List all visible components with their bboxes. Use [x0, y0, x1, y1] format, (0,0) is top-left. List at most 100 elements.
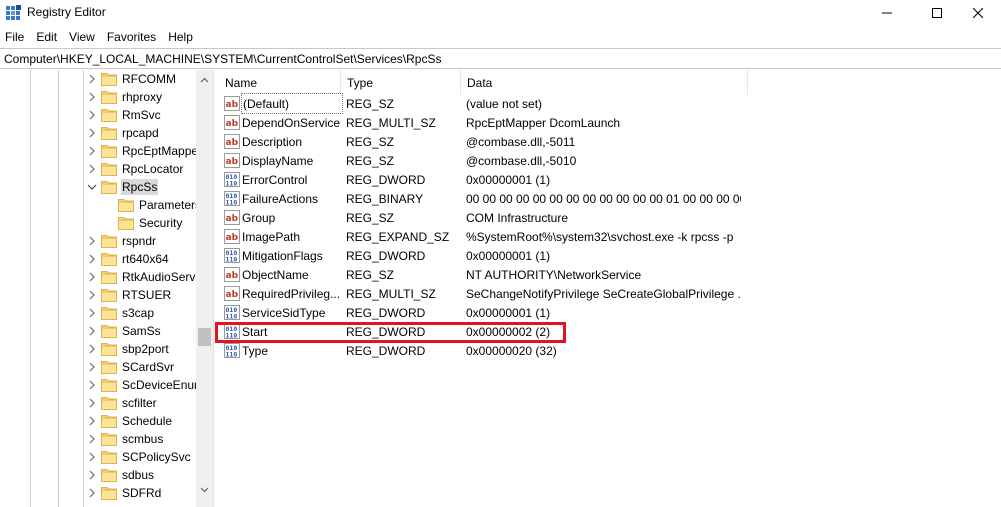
column-name-header[interactable]: Name: [219, 70, 341, 95]
chevron-right-icon[interactable]: [87, 272, 97, 282]
chevron-right-icon[interactable]: [87, 146, 97, 156]
folder-icon: [101, 342, 117, 356]
address-bar[interactable]: Computer\HKEY_LOCAL_MACHINE\SYSTEM\Curre…: [0, 48, 1001, 69]
value-row[interactable]: 010 110 Type REG_DWORD 0x00000020 (32): [219, 341, 1001, 360]
column-data-header[interactable]: Data: [461, 70, 748, 95]
value-row[interactable]: ab RequiredPrivileg... REG_MULTI_SZ SeChang…: [219, 284, 1001, 303]
chevron-right-icon[interactable]: [87, 452, 97, 462]
chevron-right-icon[interactable]: [87, 128, 97, 138]
tree-item[interactable]: scfilter: [89, 394, 158, 412]
string-value-icon: ab: [224, 286, 240, 301]
tree-item[interactable]: RFCOMM: [89, 70, 177, 88]
menu-favorites[interactable]: Favorites: [101, 27, 162, 47]
chevron-right-icon[interactable]: [87, 92, 97, 102]
value-type: REG_SZ: [346, 135, 395, 149]
string-value-icon: ab: [224, 210, 240, 225]
tree-item[interactable]: rhproxy: [89, 88, 163, 106]
chevron-right-icon[interactable]: [87, 362, 97, 372]
menu-help[interactable]: Help: [162, 27, 199, 47]
tree-item[interactable]: RpcSs: [87, 178, 159, 196]
close-icon: [973, 8, 983, 18]
chevron-right-icon[interactable]: [87, 398, 97, 408]
svg-text:110: 110: [226, 199, 238, 207]
close-button[interactable]: [955, 0, 1001, 26]
tree-item[interactable]: rt640x64: [89, 250, 170, 268]
tree-scrollbar[interactable]: [196, 70, 213, 507]
tree-item[interactable]: RpcEptMapper: [89, 142, 203, 160]
window-title: Registry Editor: [27, 5, 106, 19]
scroll-down-icon[interactable]: [200, 483, 209, 493]
tree-scrollbar-thumb[interactable]: [198, 328, 211, 346]
chevron-right-icon[interactable]: [87, 344, 97, 354]
binary-value-icon: 010 110: [224, 248, 240, 263]
maximize-button[interactable]: [914, 0, 960, 26]
value-row[interactable]: 010 110 FailureActions REG_BINARY 00 00 00 0…: [219, 189, 1001, 208]
folder-icon: [101, 378, 117, 392]
chevron-right-icon[interactable]: [87, 164, 97, 174]
tree-item[interactable]: sdbus: [89, 466, 155, 484]
chevron-right-icon[interactable]: [87, 434, 97, 444]
key-tree[interactable]: RFCOMM rhproxy RmSvc rpcapd RpcEptMapper RpcL…: [0, 70, 213, 507]
chevron-right-icon[interactable]: [87, 308, 97, 318]
chevron-right-icon[interactable]: [87, 326, 97, 336]
chevron-right-icon[interactable]: [87, 236, 97, 246]
scroll-up-icon[interactable]: [200, 74, 209, 83]
value-row[interactable]: ab Description REG_SZ @combase.dll,-5011: [219, 132, 1001, 151]
value-name: ObjectName: [242, 268, 309, 282]
value-row[interactable]: ab ImagePath REG_EXPAND_SZ %SystemRoot%\sys…: [219, 227, 1001, 246]
value-row[interactable]: 010 110 ErrorControl REG_DWORD 0x00000001 (1…: [219, 170, 1001, 189]
tree-item[interactable]: Schedule: [89, 412, 173, 430]
binary-value-icon: 010 110: [224, 191, 240, 206]
tree-item[interactable]: RTSUER: [89, 286, 172, 304]
column-type-header[interactable]: Type: [341, 70, 461, 95]
chevron-right-icon[interactable]: [87, 74, 97, 84]
tree-item[interactable]: SDFRd: [89, 484, 162, 502]
menu-view[interactable]: View: [63, 27, 101, 47]
value-row[interactable]: ab Group REG_SZ COM Infrastructure: [219, 208, 1001, 227]
folder-icon: [101, 126, 117, 140]
tree-item[interactable]: scmbus: [89, 430, 164, 448]
tree-item[interactable]: RmSvc: [89, 106, 162, 124]
menu-file[interactable]: File: [0, 27, 30, 47]
tree-item[interactable]: ScDeviceEnum: [89, 376, 205, 394]
value-type: REG_DWORD: [346, 306, 426, 320]
value-row[interactable]: ab DisplayName REG_SZ @combase.dll,-5010: [219, 151, 1001, 170]
chevron-right-icon[interactable]: [87, 416, 97, 426]
menu-edit[interactable]: Edit: [30, 27, 63, 47]
tree-item[interactable]: s3cap: [89, 304, 155, 322]
tree-item-label: Parameters: [139, 198, 202, 212]
value-name: FailureActions: [242, 192, 319, 206]
value-row[interactable]: ab (Default) REG_SZ (value not set): [219, 93, 1001, 114]
value-data: %SystemRoot%\system32\svchost.exe -k rpc…: [466, 230, 734, 244]
tree-item[interactable]: RpcLocator: [89, 160, 184, 178]
value-row[interactable]: 010 110 ServiceSidType REG_DWORD 0x00000001 …: [219, 303, 1001, 322]
tree-item[interactable]: Parameters: [118, 196, 202, 214]
svg-text:ab: ab: [226, 290, 239, 300]
chevron-right-icon[interactable]: [87, 110, 97, 120]
tree-item[interactable]: SamSs: [89, 322, 162, 340]
value-type: REG_SZ: [346, 268, 395, 282]
value-row[interactable]: ab ObjectName REG_SZ NT AUTHORITY\NetworkSe…: [219, 265, 1001, 284]
tree-item-label: Schedule: [122, 414, 173, 428]
chevron-down-icon[interactable]: [87, 182, 97, 192]
tree-item[interactable]: sbp2port: [89, 340, 170, 358]
tree-item-label: RmSvc: [122, 108, 161, 122]
chevron-right-icon[interactable]: [87, 470, 97, 480]
folder-icon: [101, 270, 117, 284]
tree-item[interactable]: rpcapd: [89, 124, 160, 142]
tree-item[interactable]: Security: [118, 214, 183, 232]
minimize-button[interactable]: [864, 0, 910, 26]
chevron-right-icon[interactable]: [87, 380, 97, 390]
chevron-right-icon[interactable]: [87, 488, 97, 498]
tree-item[interactable]: SCPolicySvc: [89, 448, 192, 466]
value-row[interactable]: 010 110 MitigationFlags REG_DWORD 0x00000001…: [219, 246, 1001, 265]
value-row[interactable]: ab DependOnService REG_MULTI_SZ RpcEptMappe…: [219, 113, 1001, 132]
chevron-right-icon[interactable]: [87, 254, 97, 264]
tree-item[interactable]: SCardSvr: [89, 358, 175, 376]
svg-text:110: 110: [226, 351, 238, 359]
value-data: RpcEptMapper DcomLaunch: [466, 116, 621, 130]
tree-item[interactable]: rspndr: [89, 232, 157, 250]
values-list[interactable]: Name Type Data ab (Default) REG_SZ (value n…: [219, 70, 1001, 507]
chevron-right-icon[interactable]: [87, 290, 97, 300]
string-value-icon: ab: [224, 267, 240, 282]
